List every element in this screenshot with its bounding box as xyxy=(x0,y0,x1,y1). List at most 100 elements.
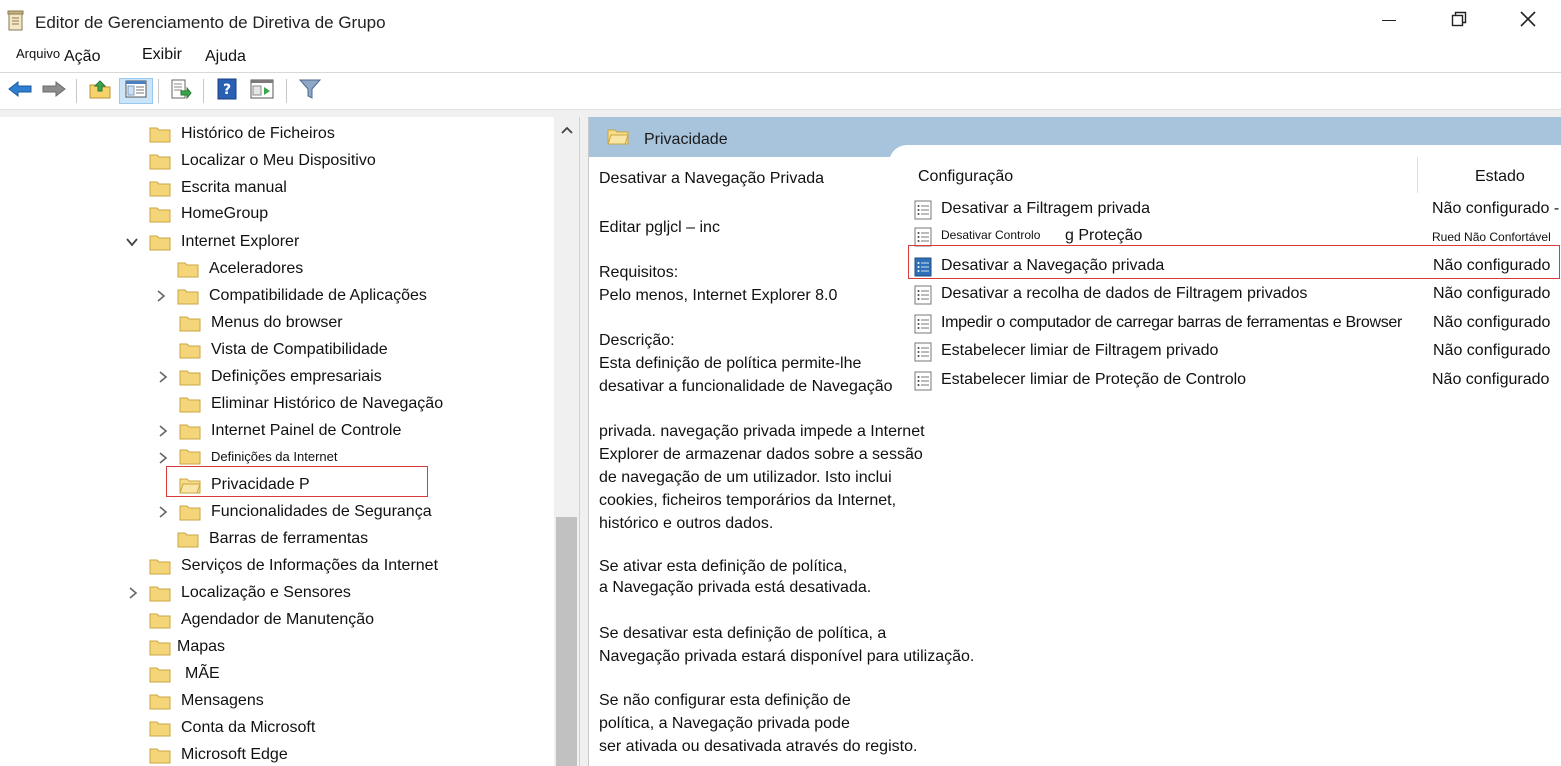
policy-name: Impedir o computador de carregar barras … xyxy=(941,314,1403,331)
tree-item-label: Vista de Compatibilidade xyxy=(211,341,388,358)
description-text: de navegação de um utilizador. Isto incl… xyxy=(599,469,892,486)
minimize-button[interactable] xyxy=(1366,6,1412,36)
window-title: Editor de Gerenciamento de Diretiva de G… xyxy=(35,13,386,32)
tree-item-funcionalidades-seguranca[interactable]: Funcionalidades de Segurança xyxy=(159,499,432,525)
tree-item-internet-explorer[interactable]: Internet Explorer xyxy=(126,229,299,255)
policy-row[interactable]: Estabelecer limiar de Proteção de Contro… xyxy=(912,366,1561,394)
column-header-setting[interactable]: Configuração xyxy=(918,168,1013,186)
tree-item-label: Microsoft Edge xyxy=(181,746,288,763)
chevron-right-icon[interactable] xyxy=(154,289,168,303)
description-text: Se desativar esta definição de política,… xyxy=(599,625,887,642)
menu-view[interactable]: Exibir xyxy=(142,46,182,64)
policy-state: Não configurado xyxy=(1433,314,1551,331)
toolbar-border xyxy=(0,109,1561,117)
restore-button[interactable] xyxy=(1436,6,1482,36)
tree-item-label: Mapas xyxy=(177,638,226,655)
column-header-state[interactable]: Estado xyxy=(1475,168,1525,186)
policy-setting-icon xyxy=(914,342,932,362)
tree-item-label: Localizar o Meu Dispositivo xyxy=(181,152,376,169)
pane-splitter[interactable] xyxy=(580,117,588,766)
back-button[interactable] xyxy=(6,78,34,104)
policy-row[interactable]: Desativar a recolha de dados de Filtrage… xyxy=(912,280,1561,308)
tree-item-painel-controle[interactable]: Internet Painel de Controle xyxy=(159,418,402,444)
tree-item-label: Agendador de Manutenção xyxy=(181,611,375,628)
close-button[interactable] xyxy=(1505,6,1551,36)
tree-item-mapas[interactable]: Mapas xyxy=(149,634,225,660)
up-folder-button[interactable] xyxy=(86,78,114,104)
filter-button[interactable] xyxy=(296,78,324,104)
policy-name: Desativar a recolha de dados de Filtrage… xyxy=(941,285,1308,302)
help-button[interactable]: ? xyxy=(213,78,241,104)
chevron-down-icon[interactable] xyxy=(125,235,139,249)
folder-icon xyxy=(149,154,171,170)
policy-editor-icon xyxy=(6,10,26,32)
chevron-right-icon[interactable] xyxy=(156,370,170,384)
tree-item-servicos-informacoes[interactable]: Serviços de Informações da Internet xyxy=(149,553,438,579)
folder-icon xyxy=(149,640,171,656)
tree-item-escrita-manual[interactable]: Escrita manual xyxy=(149,175,287,201)
tree-item-label: Compatibilidade de Aplicações xyxy=(209,287,427,304)
tree-item-conta-microsoft[interactable]: Conta da Microsoft xyxy=(149,715,315,741)
policy-state: Não configurado xyxy=(1432,371,1550,388)
policy-row[interactable]: Desativar a Filtragem privada Não config… xyxy=(912,195,1561,223)
chevron-right-icon[interactable] xyxy=(156,424,170,438)
tree-item-label: Definições da Internet xyxy=(211,448,338,464)
show-hide-tree-button[interactable] xyxy=(119,78,153,104)
policy-setting-icon xyxy=(914,200,932,220)
policy-row[interactable]: Estabelecer limiar de Filtragem privado … xyxy=(912,337,1561,365)
tree-item-localizar-dispositivo[interactable]: Localizar o Meu Dispositivo xyxy=(149,148,376,174)
export-list-button[interactable] xyxy=(167,78,195,104)
folder-icon xyxy=(179,397,201,413)
menu-file[interactable]: Arquivo xyxy=(16,46,60,61)
folder-icon xyxy=(149,694,171,710)
folder-icon xyxy=(179,316,201,332)
details-title: Privacidade xyxy=(644,131,728,148)
selected-row-highlight xyxy=(908,245,1560,279)
tree-item-mae[interactable]: MÃE xyxy=(149,661,220,687)
policy-name: Desativar Controlo xyxy=(941,228,1041,242)
title-bar: Editor de Gerenciamento de Diretiva de G… xyxy=(0,0,1561,42)
policy-row[interactable]: Impedir o computador de carregar barras … xyxy=(912,309,1561,337)
tree-item-compatibilidade-aplicacoes[interactable]: Compatibilidade de Aplicações xyxy=(157,283,427,309)
tree-item-microsoft-edge[interactable]: Microsoft Edge xyxy=(149,742,288,766)
policy-name: Desativar a Filtragem privada xyxy=(941,200,1150,217)
folder-icon xyxy=(179,449,201,465)
details-pane: Privacidade Desativar a Navegação Privad… xyxy=(588,117,1561,766)
chevron-right-icon[interactable] xyxy=(126,586,140,600)
tree-item-label: HomeGroup xyxy=(181,205,269,222)
chevron-right-icon[interactable] xyxy=(156,505,170,519)
folder-open-icon xyxy=(607,129,629,145)
forward-button[interactable] xyxy=(40,78,68,104)
back-arrow-icon xyxy=(8,80,32,103)
help-icon: ? xyxy=(217,78,237,105)
tree-item-historico-ficheiros[interactable]: Histórico de Ficheiros xyxy=(149,121,335,147)
menu-action[interactable]: Ação xyxy=(64,48,100,66)
tree-item-homegroup[interactable]: HomeGroup xyxy=(149,201,268,227)
tree-item-agendador-manutencao[interactable]: Agendador de Manutenção xyxy=(149,607,374,633)
properties-button[interactable] xyxy=(248,78,276,104)
folder-icon xyxy=(149,667,171,683)
scroll-thumb[interactable] xyxy=(556,517,577,766)
chevron-up-icon xyxy=(560,122,574,140)
tree-item-label: Definições empresariais xyxy=(211,368,382,385)
tree-item-definicoes-empresariais[interactable]: Definições empresariais xyxy=(159,364,382,390)
description-text: histórico e outros dados. xyxy=(599,515,774,532)
column-divider[interactable] xyxy=(1417,157,1418,193)
tree-item-menus-browser[interactable]: Menus do browser xyxy=(179,310,343,336)
tree-item-mensagens[interactable]: Mensagens xyxy=(149,688,264,714)
menu-help[interactable]: Ajuda xyxy=(205,48,246,66)
tree-item-barras-ferramentas[interactable]: Barras de ferramentas xyxy=(177,526,368,552)
tree-scrollbar[interactable] xyxy=(554,117,579,766)
chevron-right-icon[interactable] xyxy=(156,451,170,465)
tree-item-label: Aceleradores xyxy=(209,260,304,277)
tree-item-vista-compatibilidade[interactable]: Vista de Compatibilidade xyxy=(179,337,388,363)
tree-item-localizacao-sensores[interactable]: Localização e Sensores xyxy=(129,580,351,606)
tree-item-aceleradores[interactable]: Aceleradores xyxy=(177,256,303,282)
description-text: política, a Navegação privada pode xyxy=(599,715,850,732)
folder-icon xyxy=(177,289,199,305)
scroll-up-button[interactable] xyxy=(554,121,579,141)
tree-item-eliminar-historico[interactable]: Eliminar Histórico de Navegação xyxy=(179,391,443,417)
edit-policy-link[interactable]: Editar pgljcl – inc xyxy=(599,216,720,239)
tree-pane[interactable]: Histórico de Ficheiros Localizar o Meu D… xyxy=(0,117,580,766)
tree-item-label: Internet Painel de Controle xyxy=(211,422,402,439)
